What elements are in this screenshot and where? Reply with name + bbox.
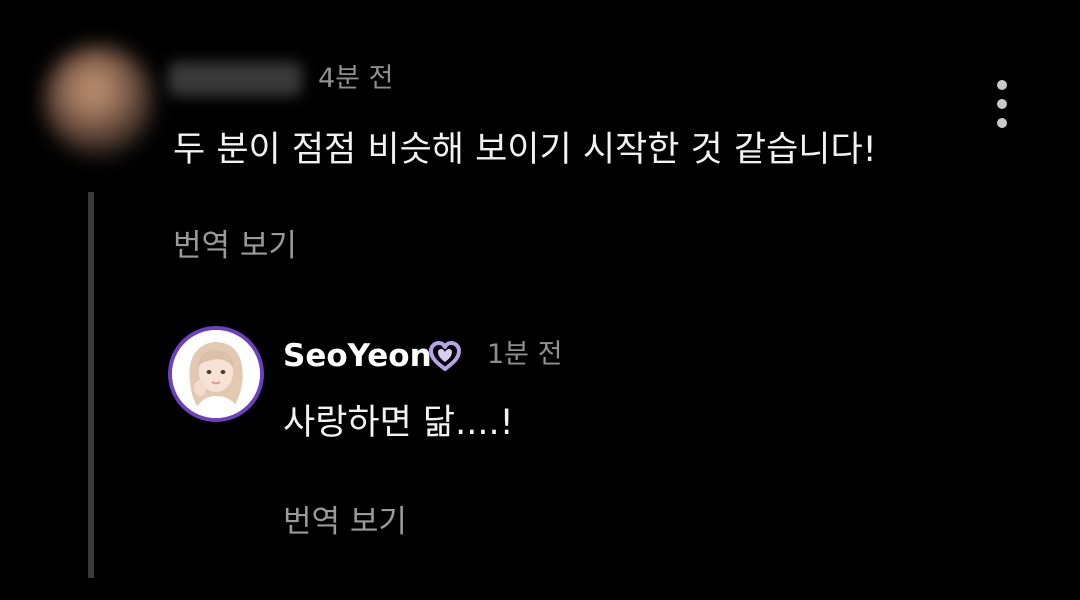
reply-avatar[interactable] <box>168 326 264 422</box>
reply-timestamp: 1분 전 <box>487 339 563 370</box>
more-dot <box>997 80 1007 90</box>
reply-text: 사랑하면 닮....! <box>283 403 514 443</box>
more-dot <box>997 99 1007 109</box>
commenter-username-redacted[interactable] <box>168 62 302 96</box>
reply-translate-link[interactable]: 번역 보기 <box>283 502 407 542</box>
comment-thread: 4분 전 두 분이 점점 비슷해 보이기 시작한 것 같습니다! 번역 보기 S… <box>0 0 1080 600</box>
purple-heart-icon <box>428 340 462 372</box>
reply-username[interactable]: SeoYeon <box>283 336 432 376</box>
comment-translate-link[interactable]: 번역 보기 <box>173 226 297 266</box>
comment-timestamp: 4분 전 <box>318 63 394 94</box>
commenter-avatar[interactable] <box>44 46 154 156</box>
reply-thread-line <box>88 192 94 578</box>
avatar-image <box>172 330 260 418</box>
more-options-button[interactable] <box>988 80 1016 128</box>
comment-text: 두 분이 점점 비슷해 보이기 시작한 것 같습니다! <box>173 130 877 170</box>
more-dot <box>997 118 1007 128</box>
